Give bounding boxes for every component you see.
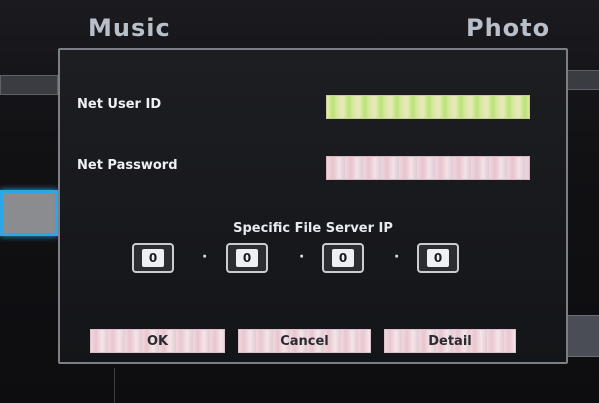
- background-menu-item: [0, 75, 58, 95]
- tab-photo[interactable]: Photo: [466, 14, 550, 42]
- cancel-button[interactable]: Cancel: [238, 329, 371, 353]
- network-login-dialog: Net User ID Net Password Specific File S…: [58, 48, 568, 364]
- ip-octet-3[interactable]: 0: [322, 243, 364, 273]
- ip-octet-4[interactable]: 0: [417, 243, 459, 273]
- net-password-field[interactable]: [326, 156, 530, 180]
- ip-octet-1[interactable]: 0: [132, 243, 174, 273]
- background-menu-item: [566, 70, 599, 90]
- tv-screen: Music Photo Net User ID Net Password Spe…: [0, 0, 599, 403]
- background-menu-item: [566, 315, 599, 357]
- ok-button[interactable]: OK: [90, 329, 225, 353]
- ip-octet-1-value: 0: [142, 249, 164, 267]
- ip-octet-3-value: 0: [332, 249, 354, 267]
- ip-octet-2-value: 0: [236, 249, 258, 267]
- ip-octet-4-value: 0: [427, 249, 449, 267]
- ip-separator: ·: [394, 249, 400, 265]
- background-menu-item-selected: [0, 190, 58, 236]
- divider: [114, 368, 115, 403]
- server-ip-label: Specific File Server IP: [233, 221, 393, 236]
- ip-separator: ·: [299, 249, 305, 265]
- ip-separator: ·: [202, 249, 208, 265]
- tab-music[interactable]: Music: [88, 14, 171, 42]
- net-password-label: Net Password: [77, 158, 178, 173]
- server-ip-input: 0 · 0 · 0 · 0: [132, 243, 477, 273]
- detail-button[interactable]: Detail: [384, 329, 516, 353]
- net-user-id-label: Net User ID: [77, 97, 162, 112]
- net-user-id-field[interactable]: [326, 95, 530, 119]
- ip-octet-2[interactable]: 0: [226, 243, 268, 273]
